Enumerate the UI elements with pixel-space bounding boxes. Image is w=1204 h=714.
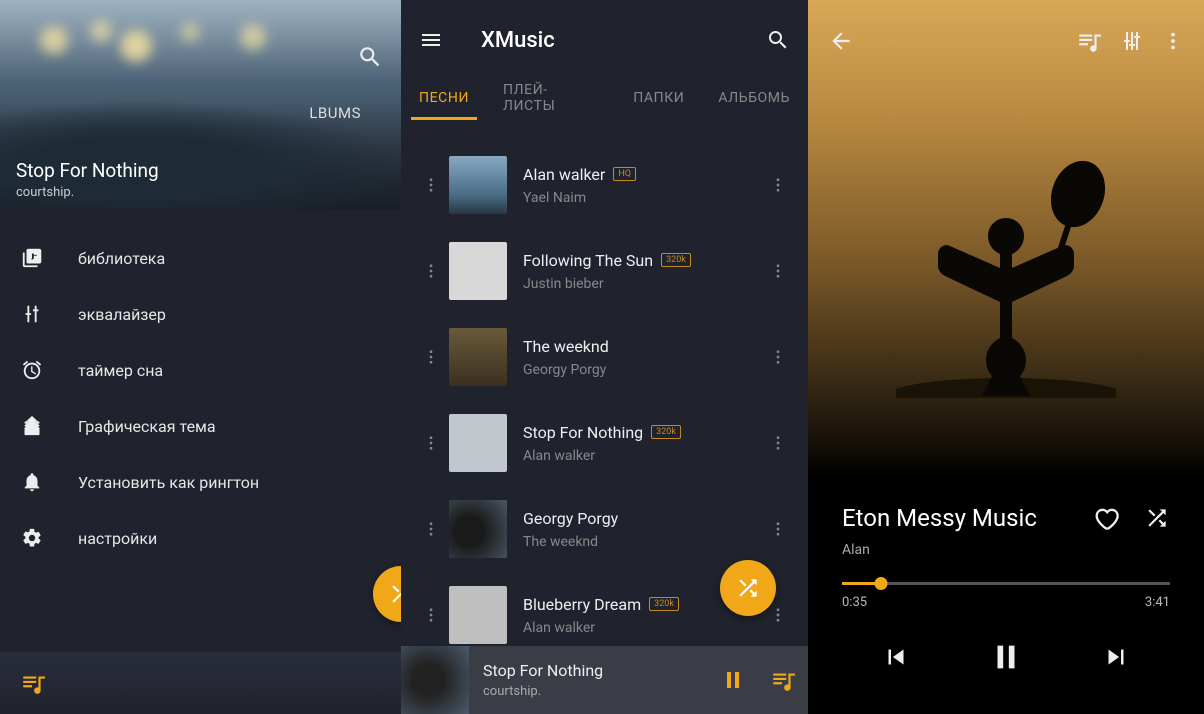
progress-bar[interactable]: 0:35 3:41 xyxy=(842,582,1170,610)
search-icon[interactable] xyxy=(766,28,790,52)
more-icon[interactable] xyxy=(766,434,790,452)
song-artist: Alan walker xyxy=(523,448,766,464)
song-artist: Georgy Porgy xyxy=(523,362,766,378)
quality-badge: HQ xyxy=(613,167,636,181)
more-icon[interactable] xyxy=(766,262,790,280)
drag-handle-icon[interactable] xyxy=(419,520,443,538)
song-row[interactable]: Stop For Nothing 320k Alan walker xyxy=(401,400,808,486)
drawer-panel: LBUMS Stop For Nothing courtship. библио… xyxy=(0,0,401,714)
now-subtitle: courtship. xyxy=(483,684,708,699)
prev-button[interactable] xyxy=(881,642,911,672)
theme-icon xyxy=(18,415,46,437)
more-icon[interactable] xyxy=(766,348,790,366)
tabs: ПЕСНИ ПЛЕЙ-ЛИСТЫ ПАПКИ АЛЬБОМЬ xyxy=(401,80,808,128)
tab-folders[interactable]: ПАПКИ xyxy=(633,90,684,118)
mini-player[interactable] xyxy=(0,652,401,714)
song-title: Stop For Nothing 320k xyxy=(523,423,766,442)
song-row[interactable]: Following The Sun 320k Justin bieber xyxy=(401,228,808,314)
shuffle-fab[interactable] xyxy=(720,560,776,616)
drag-handle-icon[interactable] xyxy=(419,176,443,194)
quality-badge: 320k xyxy=(649,597,679,611)
hero-tab-albums[interactable]: LBUMS xyxy=(309,104,361,122)
queue-icon[interactable] xyxy=(1076,28,1102,54)
now-art xyxy=(401,646,469,714)
song-art xyxy=(449,500,507,558)
song-art xyxy=(449,156,507,214)
drag-handle-icon[interactable] xyxy=(419,434,443,452)
tab-albums[interactable]: АЛЬБОМЬ xyxy=(718,90,790,118)
menu-label: настройки xyxy=(78,529,157,548)
song-art xyxy=(449,414,507,472)
alarm-icon xyxy=(18,359,46,381)
player-panel: Eton Messy Music Alan 0:35 3:41 xyxy=(808,0,1204,714)
more-icon[interactable] xyxy=(766,176,790,194)
queue-icon[interactable] xyxy=(758,667,808,693)
song-art xyxy=(449,586,507,644)
player-artist: Alan xyxy=(842,542,1170,558)
drag-handle-icon[interactable] xyxy=(419,262,443,280)
app-title: XMusic xyxy=(481,28,738,53)
hero-area: LBUMS Stop For Nothing courtship. xyxy=(0,0,401,210)
hero-title: Stop For Nothing xyxy=(16,159,159,182)
now-title: Stop For Nothing xyxy=(483,661,708,680)
menu-label: библиотека xyxy=(78,249,165,268)
song-row[interactable]: Alan walker HQ Yael Naim xyxy=(401,142,808,228)
player-title: Eton Messy Music xyxy=(842,504,1068,532)
equalizer-icon[interactable] xyxy=(1120,29,1144,53)
next-button[interactable] xyxy=(1101,642,1131,672)
song-title: The weeknd xyxy=(523,337,766,356)
now-playing-bar[interactable]: Stop For Nothing courtship. xyxy=(401,646,808,714)
pause-button[interactable] xyxy=(708,666,758,694)
time-total: 3:41 xyxy=(1145,595,1170,610)
song-row[interactable]: The weeknd Georgy Porgy xyxy=(401,314,808,400)
menu-item-library[interactable]: библиотека xyxy=(0,230,401,286)
pause-button[interactable] xyxy=(989,640,1023,674)
quality-badge: 320k xyxy=(661,253,691,267)
menu-label: Установить как рингтон xyxy=(78,473,259,492)
library-icon xyxy=(18,247,46,269)
player-topbar xyxy=(808,0,1204,82)
menu-item-sleep-timer[interactable]: таймер сна xyxy=(0,342,401,398)
more-icon[interactable] xyxy=(1162,30,1184,52)
song-artist: Justin bieber xyxy=(523,276,766,292)
song-artist: Alan walker xyxy=(523,620,766,636)
tab-songs[interactable]: ПЕСНИ xyxy=(419,90,469,118)
heart-icon[interactable] xyxy=(1092,504,1120,532)
drag-handle-icon[interactable] xyxy=(419,606,443,624)
menu-label: эквалайзер xyxy=(78,305,166,324)
quality-badge: 320k xyxy=(651,425,681,439)
topbar: XMusic xyxy=(401,0,808,80)
song-title: Georgy Porgy xyxy=(523,509,766,528)
hero-subtitle: courtship. xyxy=(16,185,74,200)
menu-item-settings[interactable]: настройки xyxy=(0,510,401,566)
bell-icon xyxy=(18,471,46,493)
search-icon[interactable] xyxy=(357,44,383,70)
menu-item-equalizer[interactable]: эквалайзер xyxy=(0,286,401,342)
queue-icon[interactable] xyxy=(20,670,46,696)
drag-handle-icon[interactable] xyxy=(419,348,443,366)
time-elapsed: 0:35 xyxy=(842,595,867,610)
menu-label: таймер сна xyxy=(78,361,163,380)
more-icon[interactable] xyxy=(766,520,790,538)
menu-item-theme[interactable]: Графическая тема xyxy=(0,398,401,454)
equalizer-icon xyxy=(18,303,46,325)
song-title: Alan walker HQ xyxy=(523,165,766,184)
back-icon[interactable] xyxy=(828,28,854,54)
more-icon[interactable] xyxy=(766,606,790,624)
song-title: Following The Sun 320k xyxy=(523,251,766,270)
library-panel: XMusic ПЕСНИ ПЛЕЙ-ЛИСТЫ ПАПКИ АЛЬБОМЬ Al… xyxy=(401,0,808,714)
song-art xyxy=(449,242,507,300)
menu-label: Графическая тема xyxy=(78,417,216,436)
player-controls xyxy=(842,640,1170,674)
player-body: Eton Messy Music Alan 0:35 3:41 xyxy=(808,478,1204,674)
drawer-menu: библиотека эквалайзер таймер сна Графиче… xyxy=(0,210,401,586)
song-artist: Yael Naim xyxy=(523,190,766,206)
shuffle-icon[interactable] xyxy=(1144,505,1170,531)
song-art xyxy=(449,328,507,386)
menu-item-ringtone[interactable]: Установить как рингтон xyxy=(0,454,401,510)
song-artist: The weeknd xyxy=(523,534,766,550)
menu-icon[interactable] xyxy=(419,28,443,52)
tab-playlists[interactable]: ПЛЕЙ-ЛИСТЫ xyxy=(503,82,599,126)
gear-icon xyxy=(18,527,46,549)
